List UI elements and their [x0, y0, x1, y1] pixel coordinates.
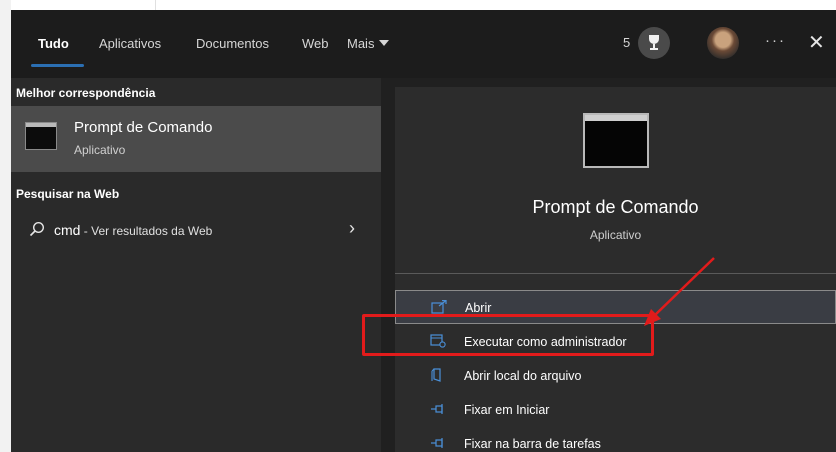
action-pin-start-label: Fixar em Iniciar: [464, 403, 550, 417]
results-list: Melhor correspondência Prompt de Comando…: [11, 78, 381, 452]
open-icon: [431, 300, 447, 314]
command-prompt-icon: [25, 122, 57, 150]
action-open-label: Abrir: [465, 301, 492, 315]
tab-mais-label: Mais: [347, 36, 375, 51]
pin-icon: [431, 438, 443, 448]
icon-titlebar: [26, 123, 56, 127]
user-avatar[interactable]: [707, 27, 739, 59]
web-search-heading: Pesquisar na Web: [16, 187, 120, 201]
search-panel: Tudo Aplicativos Documentos Web Mais 5 ·…: [11, 10, 836, 452]
trophy-base: [650, 48, 658, 50]
best-match-title: Prompt de Comando: [74, 119, 213, 136]
tab-documentos[interactable]: Documentos: [196, 36, 269, 51]
file-location-icon: [431, 368, 441, 382]
best-match-heading: Melhor correspondência: [16, 86, 156, 100]
search-tabs-bar: Tudo Aplicativos Documentos Web Mais 5 ·…: [11, 10, 836, 78]
tab-aplicativos[interactable]: Aplicativos: [99, 36, 161, 51]
tab-tudo[interactable]: Tudo: [38, 36, 69, 51]
action-pin-taskbar[interactable]: Fixar na barra de tarefas: [395, 427, 836, 452]
web-search-item[interactable]: cmd - Ver resultados da Web ›: [11, 212, 381, 248]
annotation-highlight-box: [362, 314, 654, 356]
active-tab-indicator: [31, 64, 84, 67]
trophy-icon[interactable]: [638, 27, 670, 59]
action-open-file-location[interactable]: Abrir local do arquivo: [395, 359, 836, 393]
rewards-points: 5: [623, 35, 631, 50]
preview-divider: [395, 273, 836, 274]
action-pin-taskbar-label: Fixar na barra de tarefas: [464, 437, 601, 451]
pin-icon: [431, 404, 443, 414]
action-pin-start[interactable]: Fixar em Iniciar: [395, 393, 836, 427]
action-open-file-location-label: Abrir local do arquivo: [464, 369, 582, 383]
search-icon: [29, 221, 45, 237]
preview-pane: Prompt de Comando Aplicativo Abrir Execu…: [395, 87, 836, 452]
close-icon[interactable]: ✕: [808, 30, 825, 55]
icon-titlebar: [585, 115, 647, 121]
background-strip: [0, 0, 11, 452]
best-match-item[interactable]: Prompt de Comando Aplicativo: [11, 106, 381, 172]
chevron-right-icon[interactable]: ›: [349, 218, 355, 239]
web-query-suffix: - Ver resultados da Web: [80, 224, 213, 238]
best-match-subtitle: Aplicativo: [74, 143, 126, 157]
background-divider: [155, 0, 156, 10]
caret-down-icon: [379, 40, 390, 46]
trophy-cup: [649, 35, 659, 44]
tab-web[interactable]: Web: [302, 36, 329, 51]
preview-title: Prompt de Comando: [532, 197, 699, 217]
web-search-query: cmd - Ver resultados da Web: [54, 222, 212, 238]
web-query-text: cmd: [54, 222, 81, 238]
preview-subtitle: Aplicativo: [589, 228, 642, 242]
command-prompt-icon: [583, 113, 649, 168]
tab-mais[interactable]: Mais: [347, 36, 390, 51]
ellipsis-icon[interactable]: ···: [765, 32, 786, 49]
